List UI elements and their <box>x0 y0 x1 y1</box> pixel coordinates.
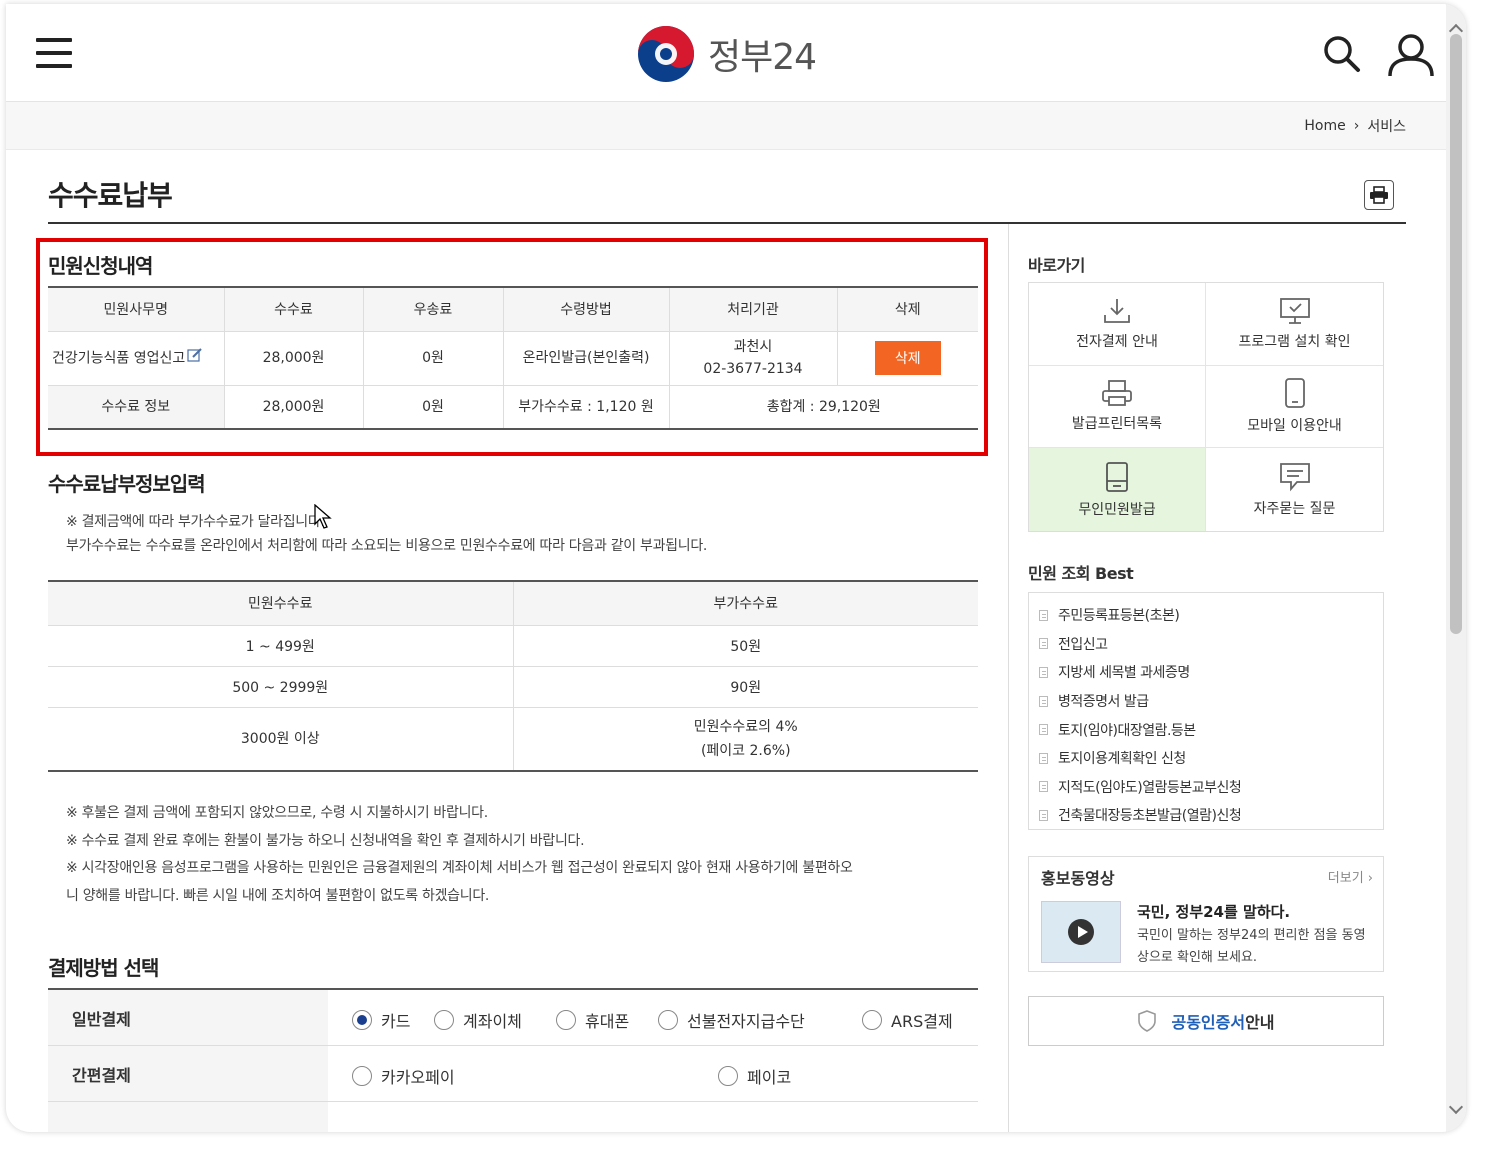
mouse-cursor-icon <box>314 504 332 529</box>
quick-link-kiosk[interactable]: 무인민원발급 <box>1029 448 1206 531</box>
title-divider <box>48 222 1406 224</box>
site-header: 정부24 <box>6 4 1446 102</box>
extra-col-header: 부가수수료 <box>512 581 978 626</box>
quick-link-mobile-guide[interactable]: 모바일 이용안내 <box>1206 366 1383 449</box>
highlight-box <box>36 238 988 456</box>
quick-link-printer-list[interactable]: 발급프린터목록 <box>1029 365 1206 449</box>
quick-links-grid: 전자결제 안내 프로그램 설치 확인 발급프린터목록 모바일 이용안내 무인민원… <box>1028 282 1384 532</box>
document-icon <box>1039 781 1048 793</box>
best-item[interactable]: 지적도(임야도)열람등본교부신청 <box>1039 773 1373 802</box>
certificate-guide-button[interactable]: 공동인증서 안내 <box>1028 996 1384 1046</box>
page-title: 수수료납부 <box>48 179 173 212</box>
table-row: 500 ~ 2999원 90원 <box>48 666 978 708</box>
radio-card[interactable]: 카드 <box>352 1008 410 1032</box>
best-item[interactable]: 지방세 세목별 과세증명 <box>1039 658 1373 687</box>
fee-table: 민원수수료 부가수수료 1 ~ 499원 50원 500 ~ 2999원 90원… <box>48 580 978 772</box>
faq-icon <box>1279 462 1310 492</box>
breadcrumb-bar: Home › 서비스 <box>6 102 1446 150</box>
download-icon <box>1104 298 1130 323</box>
promo-video-box: 홍보동영상 더보기 › 국민, 정부24를 말하다. 국민이 말하는 정부24의… <box>1028 856 1384 972</box>
printer-icon <box>1102 380 1132 407</box>
radio-ars[interactable]: ARS결제 <box>862 1008 953 1032</box>
document-icon <box>1039 752 1048 764</box>
chevron-right-icon: › <box>1353 118 1360 134</box>
document-icon <box>1039 638 1048 650</box>
fee-extra-payco: (페이코 2.6%) <box>700 742 791 759</box>
site-logo[interactable]: 정부24 <box>636 22 817 86</box>
document-icon <box>1039 609 1048 621</box>
fee-extra: 민원수수료의 4% <box>693 718 798 735</box>
general-payment-label: 일반결제 <box>48 990 328 1045</box>
fee-info-title: 수수료납부정보입력 <box>48 472 206 496</box>
fee-extra: 90원 <box>512 666 978 708</box>
promo-more-link[interactable]: 더보기 › <box>1328 867 1373 886</box>
warning-notice: ※ 후불은 결제 금액에 포함되지 않았으므로, 수령 시 지불하시기 바랍니다… <box>66 800 853 910</box>
promo-title: 홍보동영상 <box>1041 869 1115 888</box>
promo-headline[interactable]: 국민, 정부24를 말하다. <box>1137 901 1290 922</box>
fee-range: 500 ~ 2999원 <box>48 666 513 708</box>
play-icon <box>1068 919 1094 945</box>
payment-title: 결제방법 선택 <box>48 956 159 980</box>
document-icon <box>1039 695 1048 707</box>
best-title: 민원 조회 Best <box>1028 564 1134 583</box>
warn-3a: ※ 시각장애인용 음성프로그램을 사용하는 민원인은 금융결제원의 계좌이체 서… <box>66 860 853 876</box>
quick-links-title: 바로가기 <box>1028 256 1085 275</box>
warn-1: ※ 후불은 결제 금액에 포함되지 않았으므로, 수령 시 지불하시기 바랍니다… <box>66 805 488 821</box>
fee-range: 1 ~ 499원 <box>48 625 513 667</box>
warn-3b: 니 양해를 바랍니다. 빠른 시일 내에 조치하여 불편함이 없도록 하겠습니다… <box>66 887 490 904</box>
radio-phone[interactable]: 휴대폰 <box>556 1008 629 1032</box>
cert-label-rest: 안내 <box>1245 1013 1275 1032</box>
search-icon[interactable] <box>1322 34 1362 74</box>
best-list: 주민등록표등본(초본) 전입신고 지방세 세목별 과세증명 병적증명서 발급 토… <box>1028 592 1384 830</box>
mobile-icon <box>1284 378 1305 409</box>
best-item[interactable]: 주민등록표등본(초본) <box>1039 601 1373 630</box>
vertical-scrollbar[interactable] <box>1446 4 1466 1132</box>
scroll-down-icon[interactable] <box>1448 1099 1464 1115</box>
warn-2: ※ 수수료 결제 완료 후에는 환불이 불가능 하오니 신청내역을 확인 후 결… <box>66 832 585 849</box>
fee-note-1: ※ 결제금액에 따라 부가수수료가 달라집니다. <box>66 514 325 530</box>
cert-label-blue: 공동인증서 <box>1171 1013 1246 1032</box>
menu-icon[interactable] <box>36 38 72 70</box>
document-icon <box>1039 809 1048 821</box>
radio-prepaid[interactable]: 선불전자지급수단 <box>658 1008 805 1032</box>
promo-thumbnail[interactable] <box>1041 901 1121 963</box>
quick-link-faq[interactable]: 자주묻는 질문 <box>1206 448 1383 531</box>
fee-note-2: 부가수수료는 수수료를 온라인에서 처리함에 따라 소요되는 비용으로 민원수수… <box>66 538 708 554</box>
document-icon <box>1039 724 1048 736</box>
column-divider <box>1008 224 1009 1132</box>
taegeuk-logo-icon <box>638 26 694 82</box>
promo-description: 국민이 말하는 정부24의 편리한 점을 동영상으로 확인해 보세요. <box>1137 928 1366 965</box>
shield-icon <box>1138 1010 1157 1032</box>
best-item[interactable]: 전입신고 <box>1039 630 1373 659</box>
simple-payment-label: 간편결제 <box>48 1046 328 1101</box>
logo-text: 정부24 <box>708 37 817 78</box>
table-row: 3000원 이상 민원수수료의 4% (페이코 2.6%) <box>48 707 978 772</box>
simple-payment-row: 간편결제 <box>48 1046 978 1102</box>
quick-link-payment-guide[interactable]: 전자결제 안내 <box>1029 283 1206 366</box>
best-item[interactable]: 토지(임야)대장열람.등본 <box>1039 715 1373 744</box>
quick-link-program-check[interactable]: 프로그램 설치 확인 <box>1206 283 1383 366</box>
fee-notice: ※ 결제금액에 따라 부가수수료가 달라집니다. 부가수수료는 수수료를 온라인… <box>66 510 707 558</box>
fee-range: 3000원 이상 <box>48 707 513 772</box>
monitor-check-icon <box>1279 297 1310 324</box>
print-icon[interactable] <box>1364 180 1394 210</box>
breadcrumb: Home › 서비스 <box>1304 116 1406 136</box>
radio-transfer[interactable]: 계좌이체 <box>434 1008 522 1032</box>
breadcrumb-home[interactable]: Home <box>1304 118 1345 134</box>
radio-payco[interactable]: 페이코 <box>718 1064 791 1088</box>
best-item[interactable]: 건축물대장등초본발급(열람)신청 <box>1039 801 1373 830</box>
best-item[interactable]: 병적증명서 발급 <box>1039 687 1373 716</box>
table-row: 1 ~ 499원 50원 <box>48 625 978 667</box>
payment-row-partial <box>48 1102 978 1132</box>
fee-extra: 50원 <box>512 625 978 667</box>
best-item[interactable]: 토지이용계획확인 신청 <box>1039 744 1373 773</box>
kiosk-icon <box>1106 461 1128 492</box>
breadcrumb-current[interactable]: 서비스 <box>1367 116 1406 136</box>
fee-col-header: 민원수수료 <box>48 581 513 626</box>
radio-kakaopay[interactable]: 카카오페이 <box>352 1064 455 1088</box>
document-icon <box>1039 666 1048 678</box>
browser-page: 정부24 Home › 서비스 수수료납부 민원신청내역 민원사무명 수수료 우… <box>6 4 1466 1132</box>
user-icon[interactable] <box>1386 32 1436 78</box>
scroll-thumb[interactable] <box>1450 34 1462 634</box>
